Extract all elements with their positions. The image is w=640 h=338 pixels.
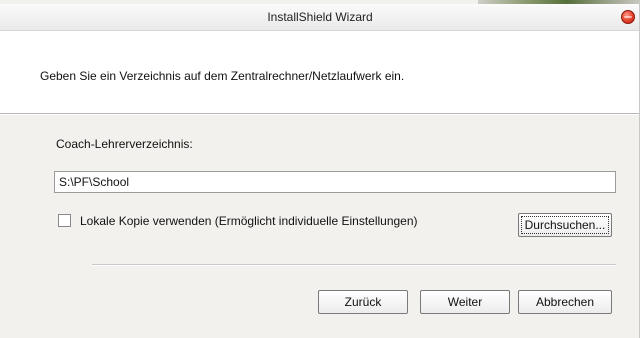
browse-button-label: Durchsuchen...	[524, 218, 606, 232]
next-button[interactable]: Weiter	[420, 290, 510, 314]
button-separator	[92, 264, 616, 266]
installshield-wizard-window: InstallShield Wizard Geben Sie ein Verze…	[0, 4, 640, 338]
directory-label: Coach-Lehrerverzeichnis:	[56, 137, 193, 151]
close-icon[interactable]	[621, 10, 635, 24]
local-copy-checkbox[interactable]	[58, 214, 71, 227]
header-panel: Geben Sie ein Verzeichnis auf dem Zentra…	[0, 31, 640, 113]
cancel-button[interactable]: Abbrechen	[518, 290, 612, 314]
browse-button[interactable]: Durchsuchen...	[518, 213, 612, 237]
local-copy-label[interactable]: Lokale Kopie verwenden (Ermöglicht indiv…	[80, 214, 418, 228]
header-instruction: Geben Sie ein Verzeichnis auf dem Zentra…	[40, 69, 405, 83]
back-button[interactable]: Zurück	[318, 290, 408, 314]
window-title: InstallShield Wizard	[267, 10, 373, 24]
title-bar[interactable]: InstallShield Wizard	[0, 4, 640, 31]
content-panel: Coach-Lehrerverzeichnis: Lokale Kopie ve…	[0, 115, 640, 338]
directory-path-input[interactable]	[54, 171, 616, 193]
